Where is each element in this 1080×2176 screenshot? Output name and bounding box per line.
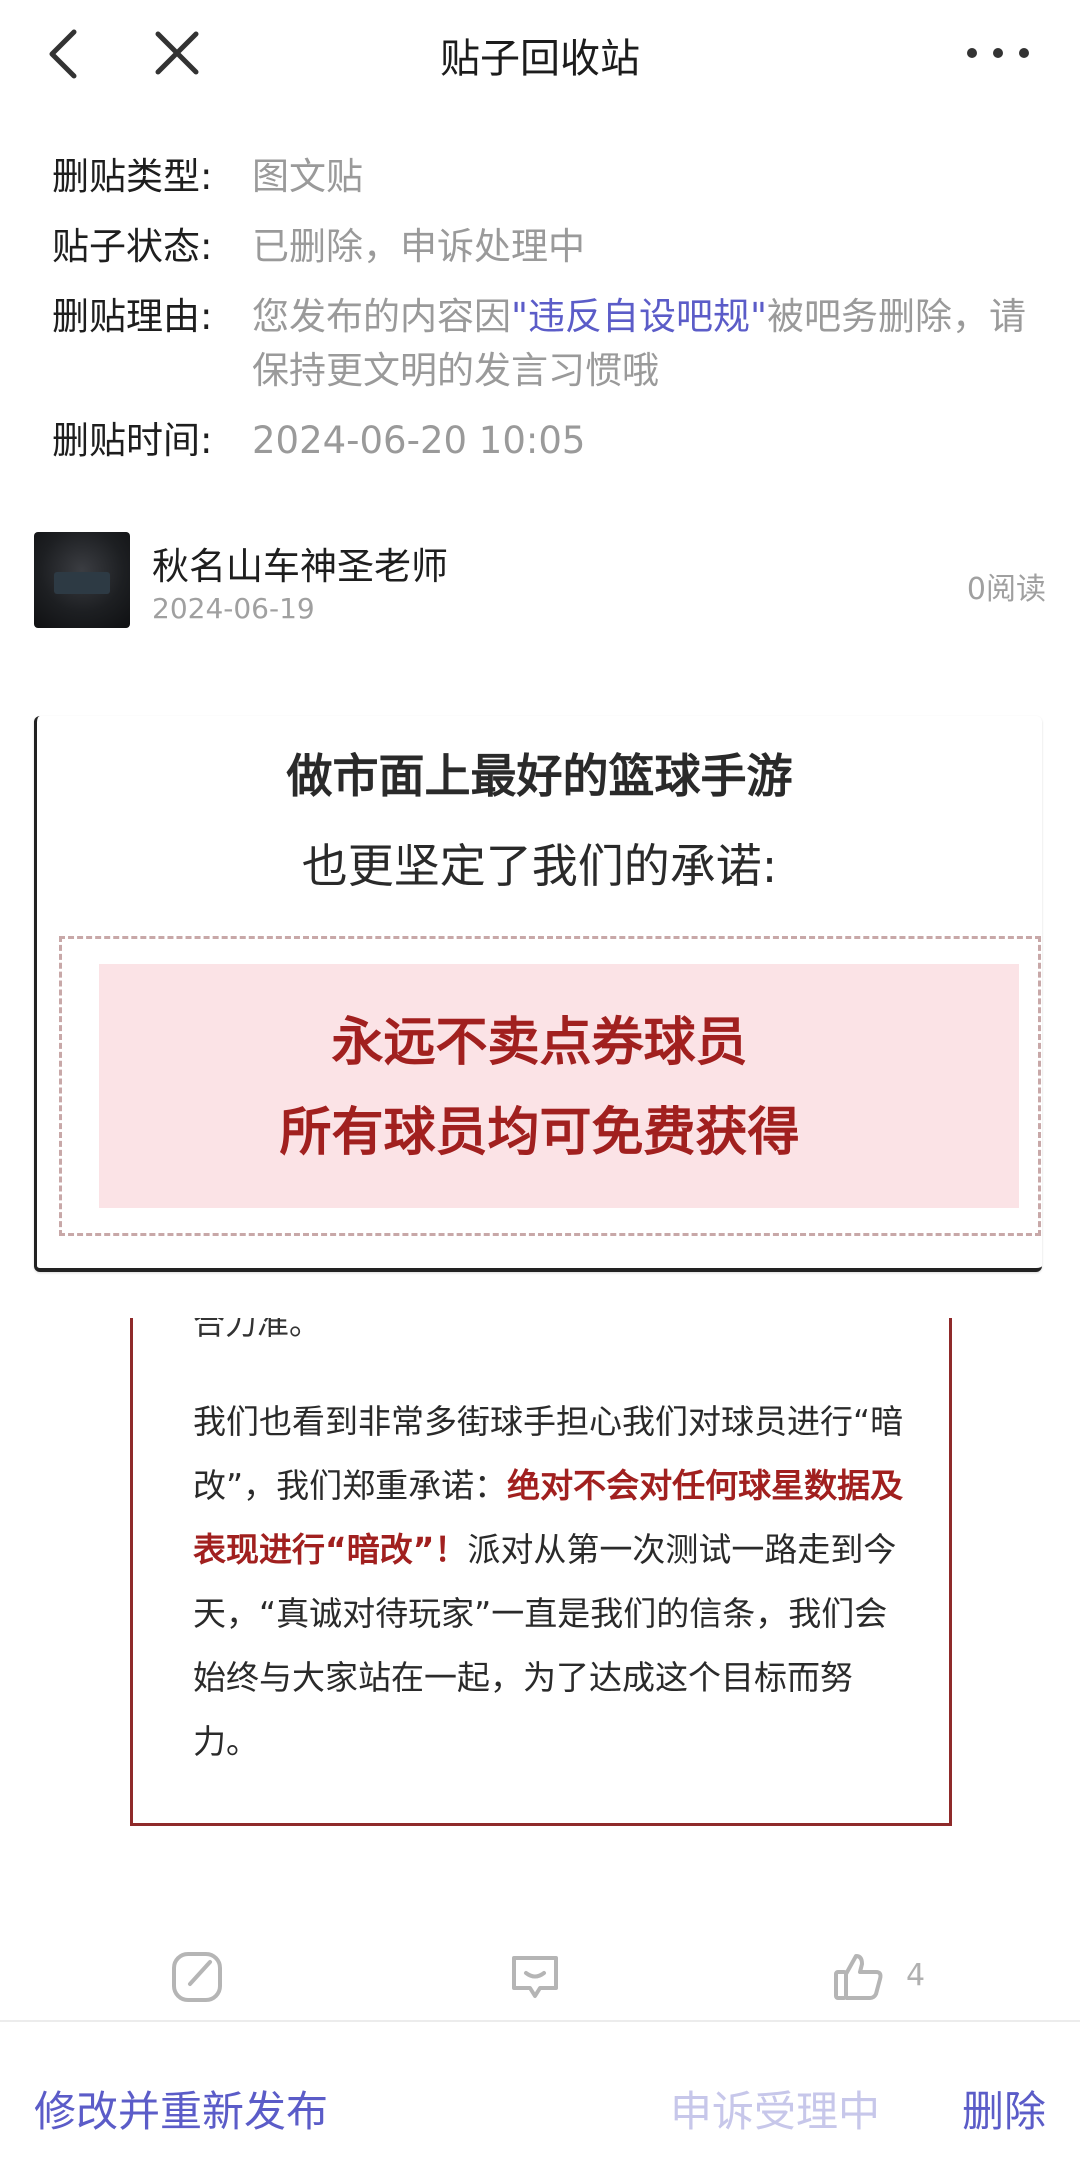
- type-label: 删贴类型:: [52, 155, 213, 198]
- rule-link[interactable]: "违反自设吧规": [511, 295, 767, 338]
- like-count: 4: [906, 1958, 926, 1993]
- edit-icon: [172, 1952, 222, 2002]
- slide-headline: 做市面上最好的篮球手游: [286, 749, 793, 803]
- slide-subheadline: 也更坚定了我们的承诺:: [301, 839, 778, 893]
- article-paragraph: 我们也看到非常多街球手担心我们对球员进行“暗改”，我们郑重承诺：绝对不会对任何球…: [193, 1390, 913, 1774]
- thumbs-up-icon: [834, 1954, 883, 2000]
- page-title: 贴子回收站: [440, 36, 640, 82]
- top-navbar: 贴子回收站: [0, 0, 1080, 110]
- edit-button[interactable]: [166, 1946, 228, 2008]
- status-value: 已删除，申诉处理中: [252, 225, 585, 268]
- article-clipped-text: 合力准。: [193, 1318, 322, 1338]
- post-image-article[interactable]: 合力准。 我们也看到非常多街球手担心我们对球员进行“暗改”，我们郑重承诺：绝对不…: [130, 1318, 952, 1826]
- bottom-action-bar: 修改并重新发布 申诉受理中 删除: [0, 2022, 1080, 2176]
- info-row-status: 贴子状态: 已删除，申诉处理中: [52, 220, 1042, 274]
- time-value: 2024-06-20 10:05: [252, 419, 586, 462]
- info-row-time: 删贴时间: 2024-06-20 10:05: [52, 414, 1042, 468]
- reason-value: 您发布的内容因"违反自设吧规"被吧务删除，请保持更文明的发言习惯哦: [252, 290, 1042, 398]
- slide-promise-1: 永远不卖点券球员: [331, 1013, 748, 1073]
- slide-promise-2: 所有球员均可免费获得: [279, 1103, 800, 1163]
- appeal-status-button: 申诉受理中: [670, 2087, 881, 2136]
- comment-icon: [512, 1956, 558, 1998]
- reason-prefix: 您发布的内容因: [252, 295, 511, 338]
- reason-label: 删贴理由:: [52, 295, 213, 338]
- like-button[interactable]: [828, 1946, 890, 2008]
- type-value: 图文贴: [252, 155, 363, 198]
- more-horizontal-icon: [967, 48, 1029, 58]
- more-button[interactable]: [958, 30, 1038, 76]
- edit-republish-button[interactable]: 修改并重新发布: [34, 2078, 328, 2139]
- author-name[interactable]: 秋名山车神圣老师: [152, 536, 448, 590]
- delete-button[interactable]: 删除: [962, 2078, 1046, 2139]
- comment-button[interactable]: [504, 1946, 566, 2008]
- post-date: 2024-06-19: [152, 592, 315, 625]
- info-row-type: 删贴类型: 图文贴: [52, 150, 1042, 204]
- author-row: 秋名山车神圣老师 2024-06-19 0阅读: [34, 532, 1046, 628]
- status-label: 贴子状态:: [52, 225, 213, 268]
- post-actions: 4: [0, 1938, 1080, 2018]
- read-count: 0阅读: [966, 572, 1046, 607]
- time-label: 删贴时间:: [52, 419, 213, 462]
- post-image-slide[interactable]: 做市面上最好的篮球手游 也更坚定了我们的承诺: 永远不卖点券球员 所有球员均可免…: [34, 716, 1042, 1272]
- avatar[interactable]: [34, 532, 130, 628]
- info-row-reason: 删贴理由: 您发布的内容因"违反自设吧规"被吧务删除，请保持更文明的发言习惯哦: [52, 290, 1042, 398]
- deletion-info: 删贴类型: 图文贴 贴子状态: 已删除，申诉处理中 删贴理由: 您发布的内容因"…: [52, 150, 1042, 484]
